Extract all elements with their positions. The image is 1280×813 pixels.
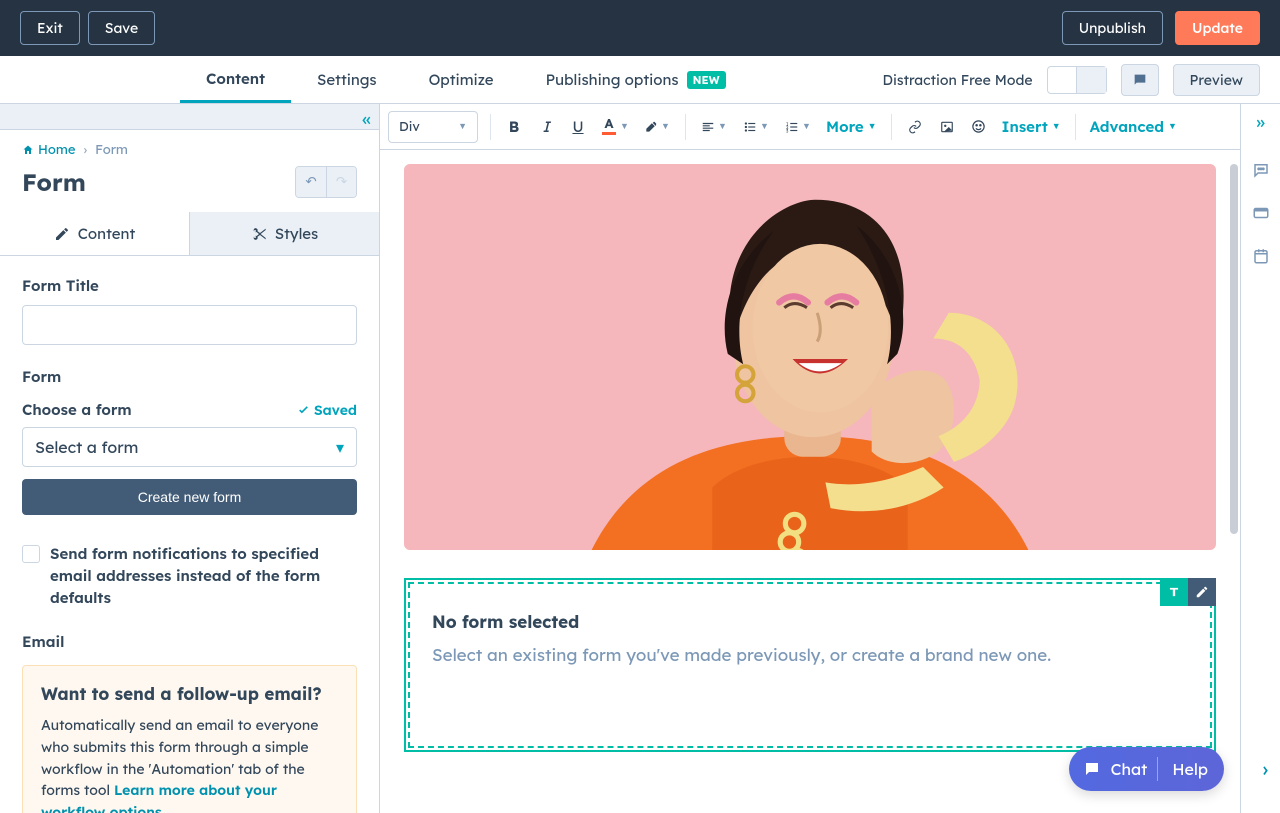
distraction-free-label: Distraction Free Mode <box>883 71 1033 89</box>
redo-button[interactable]: ↷ <box>326 167 356 197</box>
align-button[interactable]: ▼ <box>694 112 734 142</box>
followup-email-card: Want to send a follow-up email? Automati… <box>22 665 357 813</box>
tab-publishing-options[interactable]: Publishing options NEW <box>520 56 752 103</box>
module-toolbar <box>1160 578 1216 606</box>
collapse-right-icon[interactable]: » <box>1256 110 1265 133</box>
update-button[interactable]: Update <box>1175 11 1260 45</box>
pencil-icon <box>54 226 70 242</box>
chevron-right-icon: › <box>83 142 87 158</box>
preview-button[interactable]: Preview <box>1173 64 1260 96</box>
form-section-head: Form <box>22 367 357 386</box>
right-rail: » <box>1240 104 1280 813</box>
notify-checkbox[interactable] <box>22 545 40 563</box>
module-style-button[interactable] <box>1160 578 1188 606</box>
undo-button[interactable]: ↶ <box>296 167 326 197</box>
align-left-icon <box>701 120 715 134</box>
rte-toolbar: Div▼ B I U A▼ ▼ ▼ ▼ 123 <box>380 104 1240 150</box>
collapse-left-icon[interactable]: « <box>362 107 371 130</box>
block-format-select[interactable]: Div▼ <box>388 111 478 143</box>
link-icon <box>908 120 922 134</box>
expand-chevron-icon[interactable]: › <box>1263 756 1269 781</box>
chat-label: Chat <box>1111 759 1148 779</box>
highlight-button[interactable]: ▼ <box>637 112 677 142</box>
help-label: Help <box>1168 759 1218 779</box>
list-ol-icon: 123 <box>785 120 799 134</box>
chat-icon <box>1083 760 1101 778</box>
panel-collapse-strip: « <box>0 104 379 130</box>
insert-menu[interactable]: Insert▼ <box>996 117 1067 136</box>
new-badge: NEW <box>687 71 726 89</box>
font-color-button[interactable]: A▼ <box>595 112 635 142</box>
form-module-selected[interactable]: No form selected Select an existing form… <box>404 578 1216 752</box>
no-form-subtitle: Select an existing form you've made prev… <box>432 645 1188 666</box>
calendar-rail-icon[interactable] <box>1252 247 1270 270</box>
no-form-title: No form selected <box>432 612 1188 633</box>
chat-help-pill[interactable]: Chat Help <box>1069 747 1224 791</box>
tab-content[interactable]: Content <box>180 56 291 103</box>
check-icon <box>297 403 310 416</box>
tab-optimize[interactable]: Optimize <box>403 56 520 103</box>
form-title-input[interactable] <box>22 305 357 345</box>
home-icon <box>22 144 34 156</box>
editor-area: Div▼ B I U A▼ ▼ ▼ ▼ 123 <box>380 104 1240 813</box>
comments-rail-icon[interactable] <box>1252 161 1270 184</box>
notify-checkbox-label: Send form notifications to specified ema… <box>50 543 357 608</box>
theme-rail-icon[interactable] <box>1252 204 1270 227</box>
svg-text:3: 3 <box>786 129 789 134</box>
more-menu[interactable]: More▼ <box>820 117 883 136</box>
text-style-icon <box>1167 585 1181 599</box>
undo-redo-group: ↶ ↷ <box>295 166 357 198</box>
advanced-menu[interactable]: Advanced▼ <box>1084 117 1183 136</box>
form-title-label: Form Title <box>22 276 357 295</box>
panel-title: Form <box>22 167 86 197</box>
subtab-styles[interactable]: Styles <box>189 212 379 255</box>
caret-down-icon: ▾ <box>336 437 344 457</box>
canvas: No form selected Select an existing form… <box>380 150 1240 813</box>
breadcrumb: Home › Form <box>0 130 379 158</box>
left-panel: « Home › Form Form ↶ ↷ Content Style <box>0 104 380 813</box>
subtab-content[interactable]: Content <box>0 212 189 255</box>
bullet-list-button[interactable]: ▼ <box>736 112 776 142</box>
tab-settings[interactable]: Settings <box>291 56 403 103</box>
pencil-icon <box>1195 585 1209 599</box>
underline-button[interactable]: U <box>563 112 593 142</box>
insert-emoji-button[interactable] <box>964 112 994 142</box>
card-title: Want to send a follow-up email? <box>41 684 338 705</box>
insert-link-button[interactable] <box>900 112 930 142</box>
insert-image-button[interactable] <box>932 112 962 142</box>
smile-icon <box>971 119 986 134</box>
bold-button[interactable]: B <box>499 112 529 142</box>
italic-button[interactable]: I <box>531 112 561 142</box>
nav-bar: Content Settings Optimize Publishing opt… <box>0 56 1280 104</box>
choose-form-label: Choose a form <box>22 400 132 419</box>
distraction-free-toggle[interactable] <box>1047 66 1107 94</box>
top-bar: Exit Save Unpublish Update <box>0 0 1280 56</box>
canvas-scrollbar[interactable] <box>1228 150 1240 813</box>
hero-image <box>404 164 1216 550</box>
highlighter-icon <box>644 120 658 134</box>
breadcrumb-home[interactable]: Home <box>22 142 75 158</box>
list-ul-icon <box>743 120 757 134</box>
image-icon <box>940 120 954 134</box>
breadcrumb-current: Form <box>95 142 128 158</box>
unpublish-button[interactable]: Unpublish <box>1062 11 1163 45</box>
saved-indicator: Saved <box>297 401 357 419</box>
module-edit-button[interactable] <box>1188 578 1216 606</box>
save-button[interactable]: Save <box>88 11 155 45</box>
exit-button[interactable]: Exit <box>20 11 80 45</box>
form-select-value: Select a form <box>35 437 138 457</box>
create-new-form-button[interactable]: Create new form <box>22 479 357 515</box>
email-section-head: Email <box>22 632 357 651</box>
form-select[interactable]: Select a form ▾ <box>22 427 357 467</box>
number-list-button[interactable]: 123 ▼ <box>778 112 818 142</box>
comments-button[interactable] <box>1121 64 1159 96</box>
scissors-icon <box>251 226 267 242</box>
